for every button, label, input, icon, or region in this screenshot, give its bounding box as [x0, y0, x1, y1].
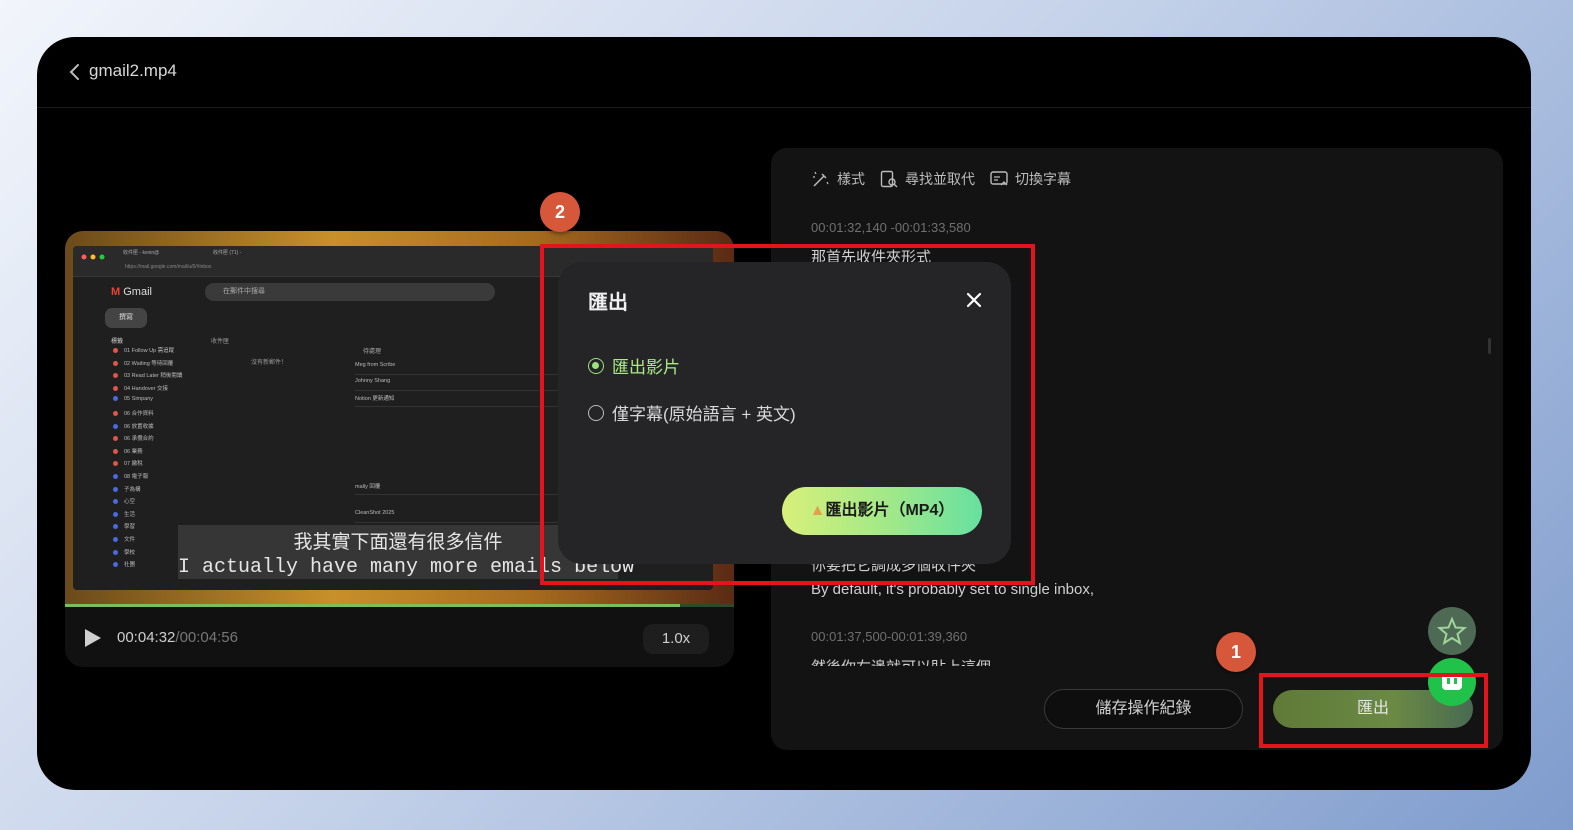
gmail-empty-text: 沒有新郵件！ — [251, 360, 288, 366]
total-duration: 00:04:56 — [179, 629, 238, 646]
gmail-label: 06 合作資料 — [113, 409, 223, 422]
switch-subtitle-label: 切換字幕 — [1015, 171, 1071, 187]
gmail-label: 08 電子報 — [113, 472, 223, 485]
browser-tab-2: 收件匣 (71) - — [213, 250, 242, 256]
gmail-inbox-label: 收件匣 — [211, 339, 230, 345]
annotation-badge-2: 2 — [540, 192, 580, 232]
find-document-icon — [880, 170, 898, 188]
gmail-label: 06 承攬合約 — [113, 434, 223, 447]
top-bar: gmail2.mp4 — [37, 37, 1531, 108]
annotation-box-dialog — [540, 244, 1035, 585]
subtitle-timestamp[interactable]: 00:01:37,500-00:01:39,360 — [811, 629, 967, 644]
gmail-label: 心空 — [113, 497, 223, 510]
browser-tab-1: 收件匣 - kevin@ — [123, 250, 160, 256]
find-replace-label: 尋找並取代 — [905, 171, 975, 187]
play-icon[interactable] — [85, 629, 101, 647]
gmail-label: 04 Handover 交接 — [113, 384, 223, 397]
gmail-todo-label: 待處理 — [363, 349, 382, 355]
subtitle-switch-icon — [990, 171, 1008, 186]
playback-speed-button[interactable]: 1.0x — [643, 624, 709, 654]
find-replace-button[interactable]: 尋找並取代 — [879, 169, 975, 189]
time-display: 00:04:32/00:04:56 — [117, 629, 238, 646]
gmail-label: 03 Read Later 稍後閱讀 — [113, 371, 223, 384]
style-tool-label: 樣式 — [837, 171, 865, 187]
back-arrow-icon[interactable] — [65, 61, 85, 83]
browser-url: https://mail.google.com/mail/u/0/#inbox — [125, 264, 212, 270]
progress-fill — [65, 604, 681, 607]
gmail-label: 05 Simpany — [113, 396, 223, 409]
gmail-search: 在郵件中搜尋 — [205, 283, 495, 301]
gmail-label: 07 繳稅 — [113, 459, 223, 472]
subtitle-text[interactable]: 然後你右邊就可以貼上這個 — [811, 656, 991, 666]
star-icon — [1436, 616, 1468, 646]
gmail-logo: M Gmail — [111, 286, 152, 298]
style-tool-button[interactable]: 樣式 — [811, 169, 865, 189]
window-controls-icon — [81, 254, 105, 260]
save-history-button[interactable]: 儲存操作紀錄 — [1044, 689, 1243, 729]
panel-scrollbar[interactable] — [1488, 338, 1491, 354]
subtitle-toolbar: 樣式 尋找並取代 切換字幕 — [811, 168, 1071, 190]
subtitle-timestamp[interactable]: 00:01:32,140 -00:01:33,580 — [811, 220, 971, 235]
gmail-label: 生活 — [113, 510, 223, 523]
file-name: gmail2.mp4 — [89, 61, 177, 80]
magic-wand-icon — [813, 171, 829, 187]
current-time: 00:04:32 — [117, 629, 176, 646]
gmail-label: 02 Waiting 等待回覆 — [113, 359, 223, 372]
gmail-label: 06 放置收據 — [113, 422, 223, 435]
gmail-label: 子為構 — [113, 485, 223, 498]
video-progress-bar[interactable] — [65, 604, 734, 607]
gmail-compose: 撰寫 — [105, 308, 147, 328]
switch-subtitle-button[interactable]: 切換字幕 — [989, 169, 1071, 189]
annotation-badge-1: 1 — [1216, 632, 1256, 672]
gmail-label: 01 Follow Up 需追蹤 — [113, 346, 223, 359]
favorite-fab[interactable] — [1428, 607, 1476, 655]
gmail-inbox-column: 收件匣 沒有新郵件！ — [211, 336, 351, 366]
annotation-box-export — [1259, 673, 1488, 748]
gmail-label: 06 業務 — [113, 447, 223, 460]
gmail-labels-header: 標籤 — [111, 339, 124, 345]
